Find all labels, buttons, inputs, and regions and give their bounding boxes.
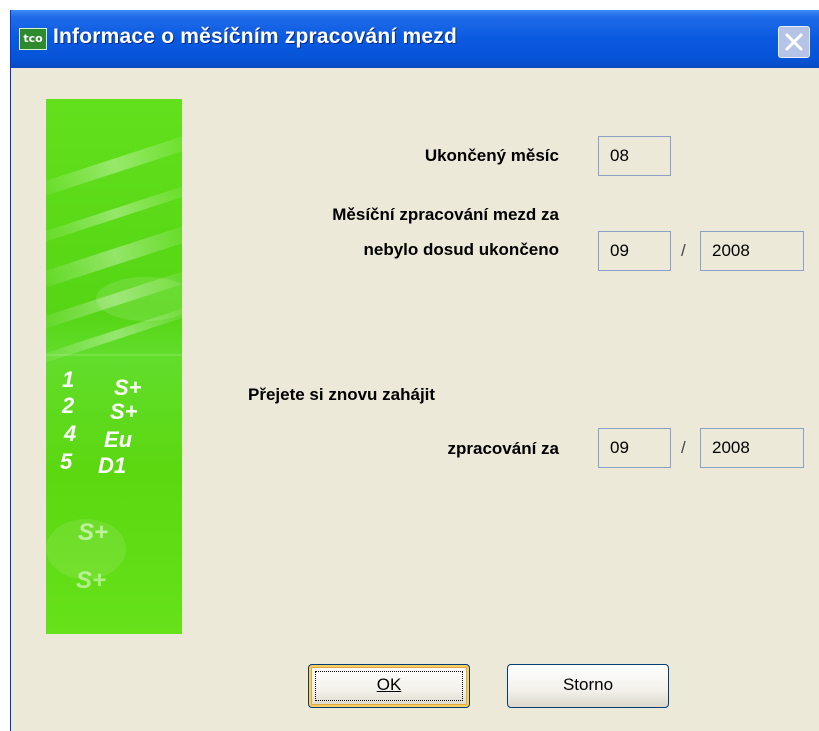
- finished-month-label: Ukončený měsíc: [424, 146, 559, 165]
- side-symbol-d1: D1: [98, 453, 127, 478]
- close-icon: [785, 33, 803, 51]
- side-digit-4: 4: [64, 421, 77, 446]
- restart-label-line1: Přejete si znovu zahájit: [248, 385, 436, 404]
- side-digit-5: 5: [60, 449, 73, 474]
- side-digit-2: 2: [62, 393, 75, 418]
- restart-year-field[interactable]: 2008: [700, 428, 804, 468]
- finished-month-field[interactable]: 08: [598, 136, 671, 176]
- dialog-window: tco Informace o měsíčním zpracování mezd: [10, 10, 819, 731]
- date-separator: /: [681, 241, 686, 260]
- ok-button[interactable]: OK: [308, 664, 470, 708]
- app-logo-icon: tco: [19, 28, 47, 50]
- side-symbol-1: S+: [114, 375, 142, 400]
- date-separator: /: [681, 438, 686, 457]
- not-finished-label-line1: Měsíční zpracování mezd za: [332, 205, 559, 224]
- side-digit-1: 1: [62, 367, 75, 392]
- window-title: Informace o měsíčním zpracování mezd: [53, 25, 457, 48]
- decorative-side-image: 1 S+ 2 S+ 4 Eu 5 D1 S+ S+: [46, 99, 182, 634]
- side-symbol-2: S+: [110, 399, 138, 424]
- cancel-button[interactable]: Storno: [507, 664, 669, 708]
- title-bar[interactable]: tco Informace o měsíčním zpracování mezd: [11, 10, 819, 68]
- side-symbol-faded-1: S+: [78, 519, 109, 546]
- not-finished-year-field[interactable]: 2008: [700, 231, 804, 271]
- not-finished-month-field[interactable]: 09: [598, 231, 671, 271]
- restart-month-field[interactable]: 09: [598, 428, 671, 468]
- close-button[interactable]: [778, 26, 810, 58]
- cancel-button-label: Storno: [562, 675, 614, 694]
- not-finished-label-line2: nebylo dosud ukončeno: [363, 240, 559, 259]
- side-symbol-faded-2: S+: [76, 567, 107, 594]
- ok-button-label: OK: [376, 675, 402, 694]
- restart-label-line2: zpracování za: [447, 439, 560, 458]
- side-symbol-eu: Eu: [104, 427, 133, 452]
